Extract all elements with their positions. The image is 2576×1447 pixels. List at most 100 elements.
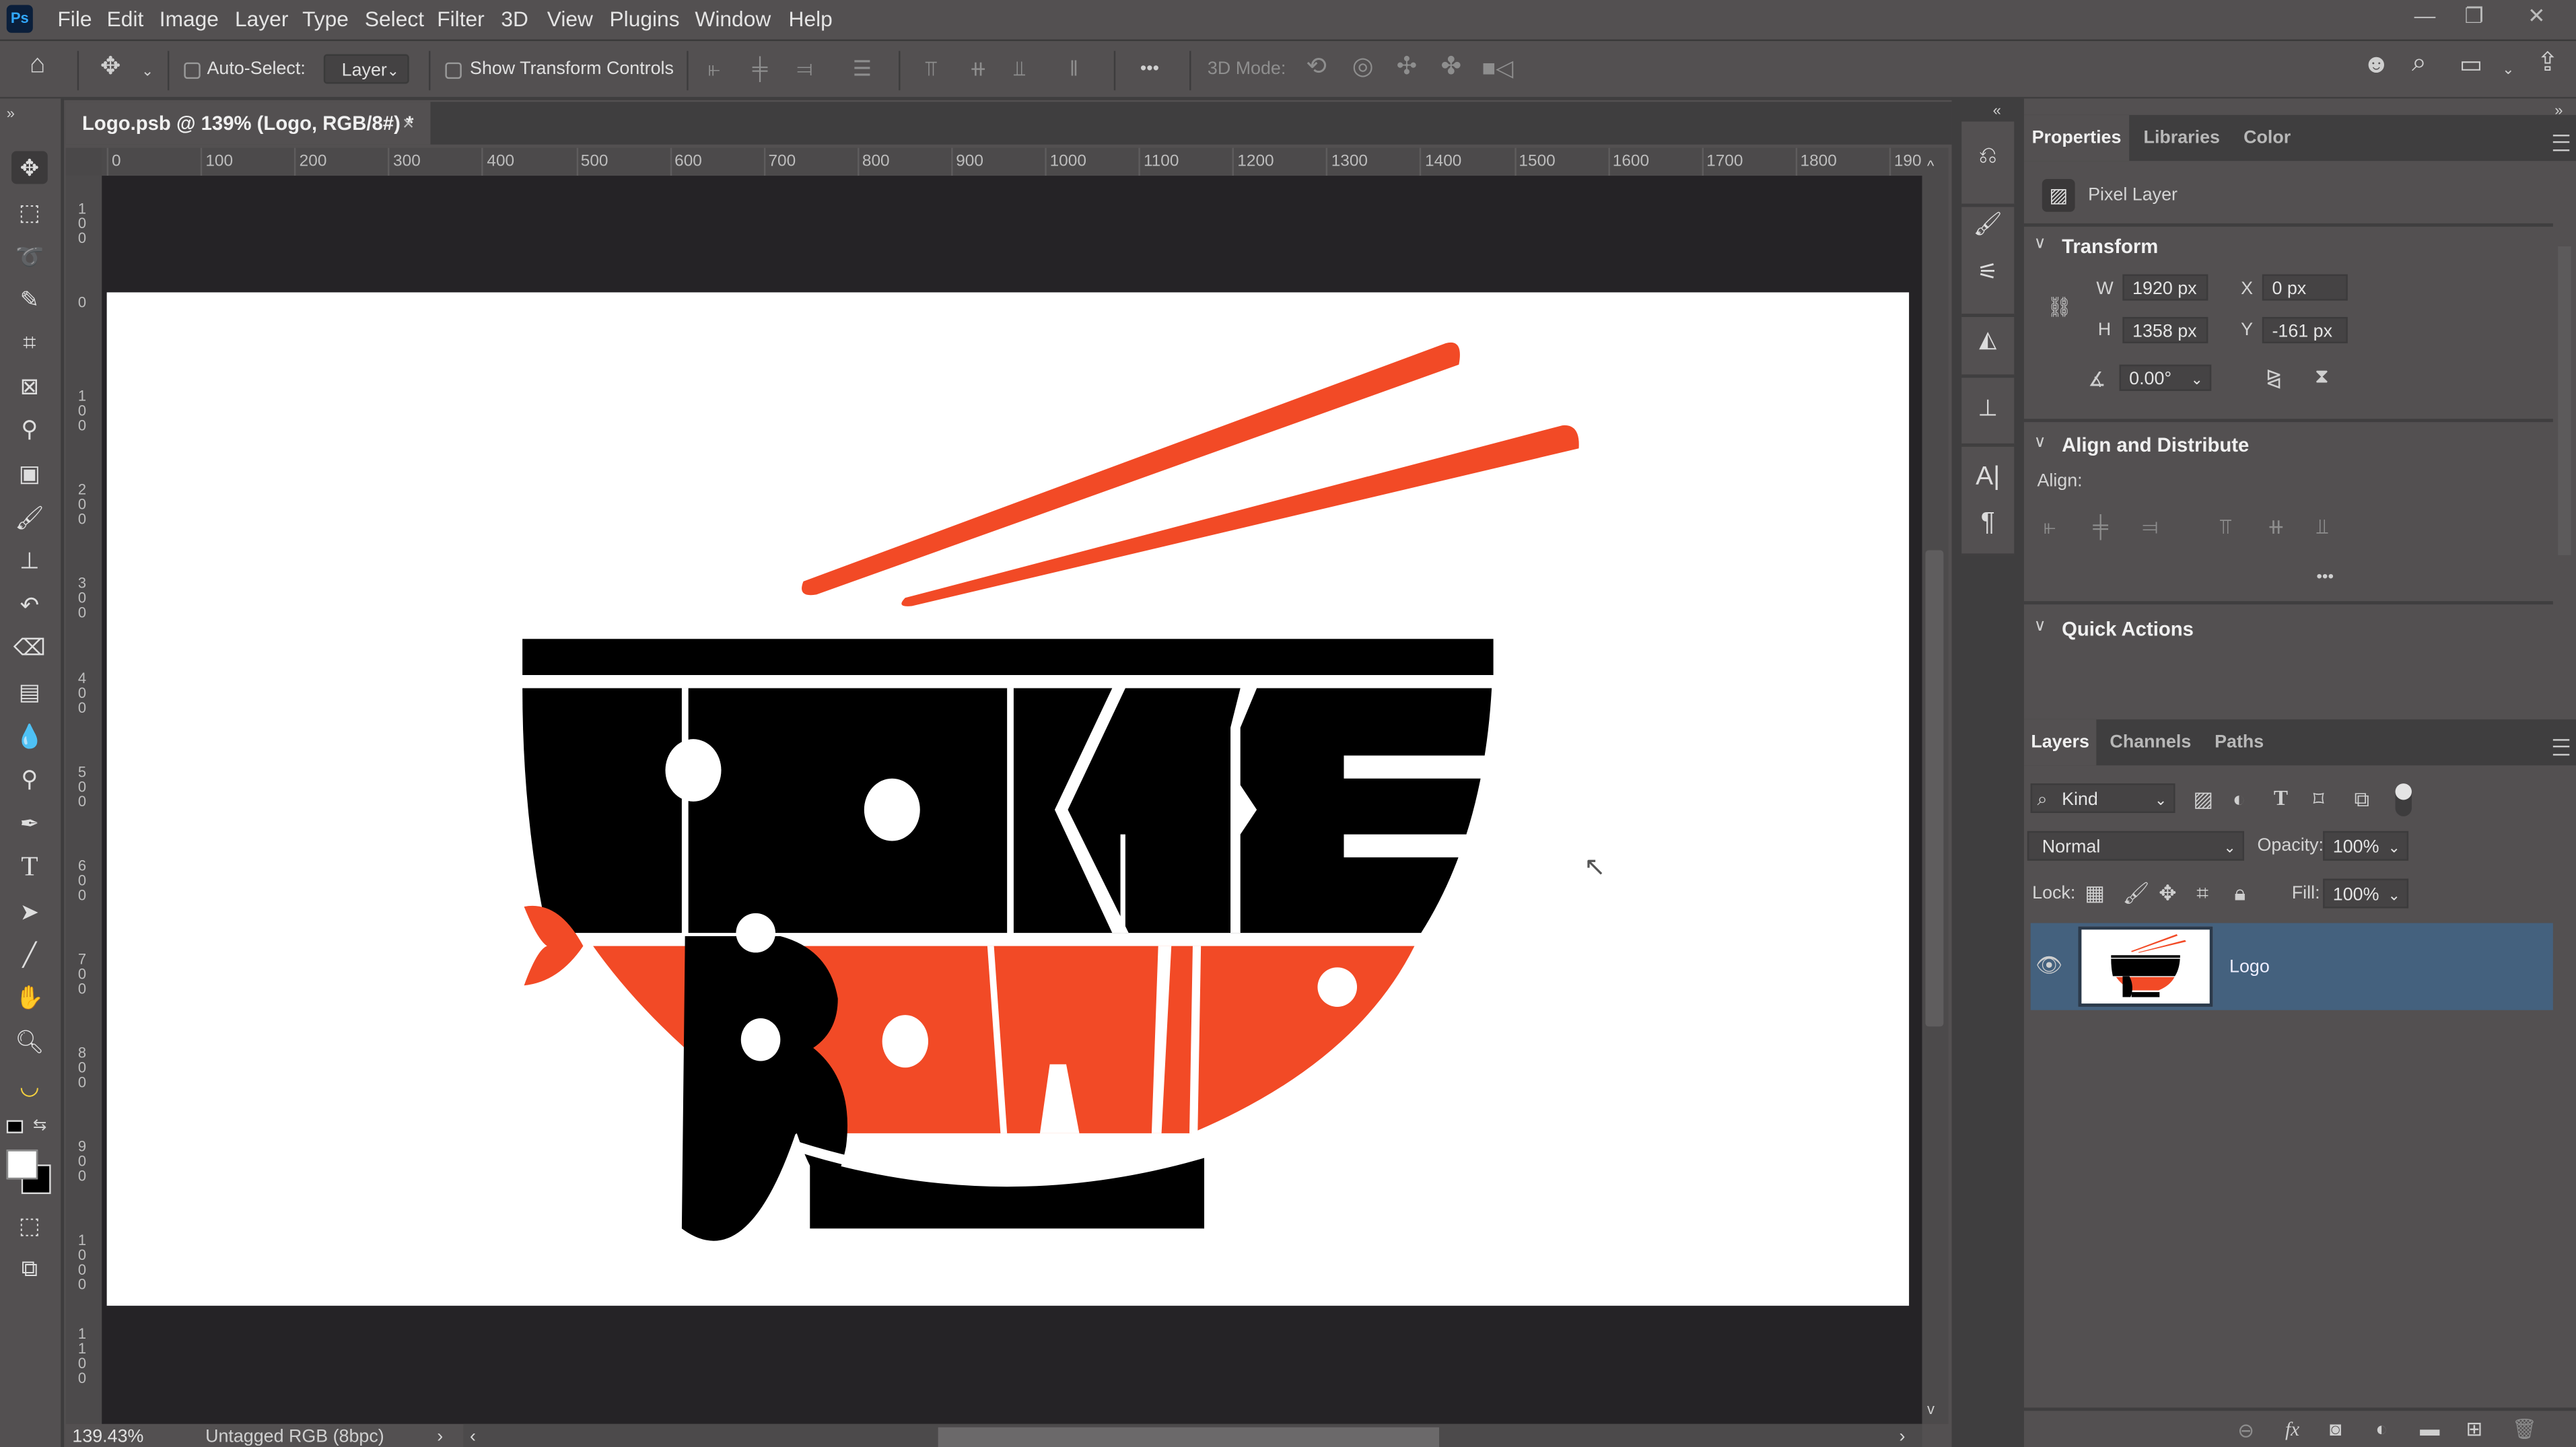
menu-view[interactable]: View <box>547 7 593 32</box>
blend-mode-dropdown[interactable]: Normal ⌄ <box>2027 831 2244 861</box>
menu-image[interactable]: Image <box>160 7 219 32</box>
invite-user-icon[interactable]: ☻ <box>2363 52 2390 78</box>
search-icon[interactable]: ⌕ <box>2412 50 2427 76</box>
adjustment-layer-icon[interactable]: ◐ <box>2375 1417 2388 1440</box>
foreground-color-swatch[interactable] <box>6 1150 38 1180</box>
align-left-icon[interactable]: ⫦ <box>2044 515 2056 538</box>
3d-roll-icon[interactable]: ◎ <box>1352 55 1374 79</box>
menu-select[interactable]: Select <box>365 7 424 32</box>
opacity-field[interactable]: 100% ⌄ <box>2323 831 2409 861</box>
history-icon[interactable]: ⎌ <box>1970 141 2006 174</box>
filter-type-icon[interactable]: T <box>2274 786 2288 810</box>
tab-layers[interactable]: Layers <box>2023 719 2097 766</box>
delete-layer-icon[interactable]: 🗑︎ <box>2512 1417 2537 1440</box>
lock-image-pixels-icon[interactable]: 🖌 <box>2122 881 2149 905</box>
menu-plugins[interactable]: Plugins <box>609 7 679 32</box>
spot-healing-tool[interactable]: ▣ <box>11 456 48 489</box>
workspace-icon[interactable]: ▭ <box>2460 52 2483 77</box>
x-field[interactable]: 0 px <box>2262 274 2348 301</box>
angle-field[interactable]: 0.00° ⌄ <box>2119 364 2212 391</box>
chevron-down-icon[interactable]: ∨ <box>2034 433 2046 452</box>
line-tool[interactable]: ╱ <box>11 938 48 970</box>
menu-window[interactable]: Window <box>695 7 771 32</box>
home-icon[interactable]: ⌂ <box>30 52 46 78</box>
menu-help[interactable]: Help <box>789 7 833 32</box>
tab-channels[interactable]: Channels <box>2099 719 2201 765</box>
crop-tool[interactable]: ⌗ <box>11 325 48 358</box>
flip-horizontal-icon[interactable]: ⧎ <box>2266 366 2283 389</box>
new-layer-icon[interactable]: ⊞ <box>2466 1417 2482 1440</box>
restore-button[interactable]: ❐ <box>2448 0 2501 33</box>
scroll-right-icon[interactable]: › <box>1899 1427 1905 1447</box>
align-horizontal-centers-icon[interactable]: ╪ <box>753 57 768 80</box>
lock-transparent-pixels-icon[interactable]: ▦ <box>2085 881 2105 905</box>
chevron-down-icon[interactable]: ⌄ <box>141 59 153 82</box>
filter-adjustment-icon[interactable]: ◐ <box>2233 787 2246 811</box>
more-align-options-button[interactable]: ••• <box>2316 567 2334 590</box>
align-middle-icon[interactable]: ⧺ <box>2267 515 2285 538</box>
blur-tool[interactable]: 💧 <box>11 719 48 752</box>
auto-select-target-dropdown[interactable]: Layer ⌄ <box>323 54 409 84</box>
history-brush-tool[interactable]: ↶ <box>11 588 48 621</box>
pen-tool[interactable]: ✒ <box>11 806 48 839</box>
fill-field[interactable]: 100% ⌄ <box>2323 878 2409 909</box>
width-field[interactable]: 1920 px <box>2122 274 2208 301</box>
align-right-icon[interactable]: ⫤ <box>2143 515 2159 538</box>
menu-filter[interactable]: Filter <box>437 7 485 32</box>
layer-thumbnail[interactable] <box>2078 926 2213 1007</box>
auto-select-checkbox[interactable] <box>184 62 201 79</box>
document-tab[interactable]: Logo.psb @ 139% (Logo, RGB/8#) * × <box>65 102 431 145</box>
eraser-tool[interactable]: ⌫ <box>11 631 48 664</box>
quick-actions-section-title[interactable]: Quick Actions <box>2062 618 2194 641</box>
visibility-eye-icon[interactable]: 👁︎ <box>2035 954 2062 977</box>
flip-vertical-icon[interactable]: ⧗ <box>2315 365 2329 388</box>
3d-camera-icon[interactable]: ■◁ <box>1482 56 1514 79</box>
distribute-horizontal-icon[interactable]: ‖ <box>1070 57 1078 80</box>
tab-paths[interactable]: Paths <box>2204 719 2274 765</box>
layer-name[interactable]: Logo <box>2229 958 2270 977</box>
more-options-button[interactable]: ••• <box>1140 57 1159 80</box>
dodge-tool[interactable]: ⚲ <box>11 762 48 795</box>
show-transform-checkbox[interactable] <box>445 62 462 79</box>
filter-shape-icon[interactable]: ⌑ <box>2313 787 2324 811</box>
align-left-edges-icon[interactable]: ⫦ <box>708 57 720 80</box>
collapse-panels-icon[interactable]: « <box>1993 98 2001 121</box>
gradient-tool[interactable]: ▤ <box>11 675 48 708</box>
zoom-tool[interactable]: 🔍︎ <box>11 1025 48 1058</box>
menu-edit[interactable]: Edit <box>107 7 144 32</box>
eyedropper-tool[interactable]: ⚲ <box>11 413 48 446</box>
clone-stamp-tool[interactable]: ⊥ <box>11 544 48 577</box>
close-window-button[interactable]: ✕ <box>2510 0 2563 33</box>
clone-source-icon[interactable]: ⊥ <box>1970 394 2006 427</box>
3d-orbit-icon[interactable]: ⟲ <box>1306 55 1327 79</box>
close-tab-icon[interactable]: × <box>403 112 414 135</box>
link-layers-icon[interactable]: ⊖ <box>2237 1419 2254 1442</box>
share-icon[interactable]: ⇪ <box>2536 50 2558 76</box>
align-center-icon[interactable]: ╪ <box>2093 515 2108 538</box>
layer-effects-icon[interactable]: fx <box>2285 1417 2299 1440</box>
vertical-scrollbar-thumb[interactable] <box>1925 550 1944 1027</box>
shapes-icon[interactable]: ◭ <box>1970 325 2006 358</box>
align-distribute-section-title[interactable]: Align and Distribute <box>2062 433 2249 456</box>
brushes-icon[interactable]: ⚟ <box>1970 258 2006 291</box>
panel-menu-icon[interactable] <box>2552 135 2570 151</box>
minimize-button[interactable]: — <box>2398 0 2451 33</box>
lock-position-icon[interactable]: ✥ <box>2159 881 2177 905</box>
align-top-icon[interactable]: ⫪ <box>2219 515 2231 538</box>
character-icon[interactable]: A| <box>1970 463 2006 496</box>
lock-artboard-icon[interactable]: ⌗ <box>2196 881 2208 905</box>
height-field[interactable]: 1358 px <box>2122 316 2208 344</box>
properties-scrollbar[interactable] <box>2558 246 2571 555</box>
horizontal-scrollbar-thumb[interactable] <box>938 1427 1440 1447</box>
brush-settings-icon[interactable]: 🖌 <box>1970 210 2006 243</box>
swap-colors-icon[interactable]: ⇆ <box>33 1115 46 1138</box>
align-right-edges-icon[interactable]: ⫤ <box>797 57 813 80</box>
move-tool[interactable]: ✥ <box>11 151 48 184</box>
quick-selection-tool[interactable]: ✎ <box>11 283 48 316</box>
zoom-level[interactable]: 139.43% <box>72 1427 143 1447</box>
align-bottom-icon[interactable]: ⫫ <box>2316 515 2328 538</box>
menu-type[interactable]: Type <box>302 7 349 32</box>
lasso-tool[interactable]: ➰ <box>11 240 48 273</box>
menu-layer[interactable]: Layer <box>235 7 288 32</box>
rectangular-marquee-tool[interactable]: ⬚ <box>11 195 48 228</box>
